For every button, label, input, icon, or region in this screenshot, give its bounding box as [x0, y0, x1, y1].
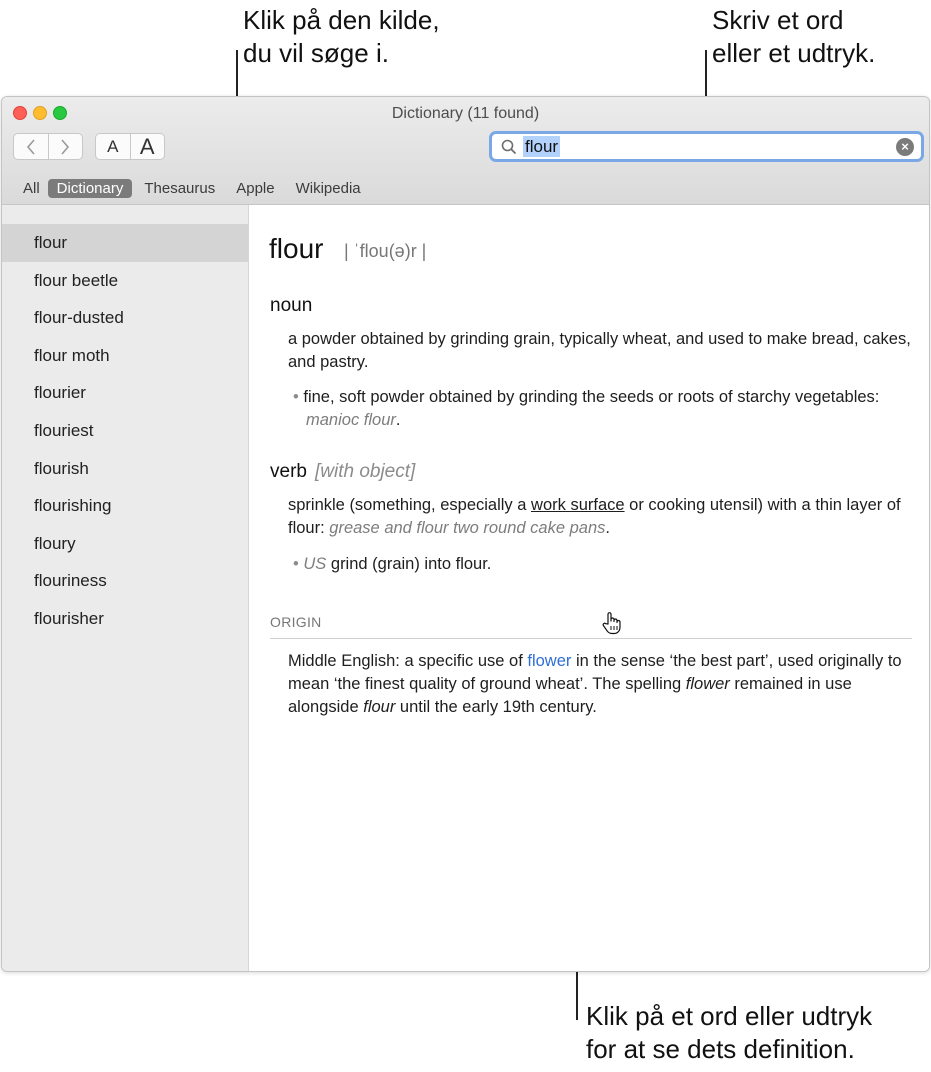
font-size-buttons: A A: [95, 133, 165, 160]
forward-button[interactable]: [47, 134, 83, 159]
callout-source: Klik på den kilde, du vil søge i.: [243, 4, 440, 70]
callout-line: eller et udtryk.: [712, 38, 876, 68]
noun-definition[interactable]: a powder obtained by grinding grain, typ…: [288, 328, 918, 374]
tab-dictionary[interactable]: Dictionary: [47, 178, 133, 198]
noun-subdefinition[interactable]: • fine, soft powder obtained by grinding…: [290, 386, 920, 432]
result-item[interactable]: flourish: [2, 450, 248, 488]
search-input[interactable]: flour: [523, 136, 561, 157]
example: grease and flour two round cake pans: [329, 519, 606, 537]
result-item[interactable]: flourisher: [2, 600, 248, 638]
navigation-buttons: [13, 133, 83, 160]
callout-line: Klik på den kilde,: [243, 5, 440, 35]
headword: flour: [269, 233, 324, 264]
result-item[interactable]: flourishing: [2, 487, 248, 525]
decrease-font-button[interactable]: A: [96, 134, 130, 159]
verb-subdefinition[interactable]: • US grind (grain) into flour.: [290, 553, 920, 576]
callout-line: for at se dets definition.: [586, 1034, 855, 1064]
clear-icon[interactable]: ×: [896, 138, 914, 156]
tab-thesaurus[interactable]: Thesaurus: [135, 179, 224, 198]
result-item[interactable]: floury: [2, 525, 248, 563]
callout-line: Skriv et ord: [712, 5, 844, 35]
region-label: US: [303, 555, 327, 573]
origin-emphasis: flower: [685, 675, 730, 693]
definition-pane: flour | ˈflou(ə)r | noun a powder obtain…: [250, 205, 929, 971]
period: .: [395, 411, 401, 429]
part-of-speech-verb: verb [with object]: [270, 461, 415, 483]
verb-definition[interactable]: sprinkle (something, especially a work s…: [288, 494, 908, 540]
bullet: •: [293, 388, 304, 406]
increase-font-button[interactable]: A: [129, 134, 165, 159]
callout-word: Klik på et ord eller udtryk for at se de…: [586, 1000, 872, 1066]
grammar-note: [with object]: [314, 461, 416, 482]
tab-apple[interactable]: Apple: [227, 179, 283, 198]
bullet: •: [293, 555, 304, 573]
example: manioc flour: [306, 411, 396, 429]
result-item[interactable]: flouriest: [2, 412, 248, 450]
toolbar: Dictionary (11 found) A A flour × All Di…: [2, 97, 929, 205]
origin-text[interactable]: Middle English: a specific use of flower…: [288, 650, 913, 719]
chevron-right-icon: [61, 138, 70, 155]
pos-label: verb: [270, 461, 307, 482]
dictionary-window: Dictionary (11 found) A A flour × All Di…: [1, 96, 930, 972]
pos-label: noun: [270, 295, 313, 316]
pronunciation: | ˈflou(ə)r |: [344, 241, 427, 261]
callout-search: Skriv et ord eller et udtryk.: [712, 4, 875, 70]
result-item[interactable]: flourier: [2, 374, 248, 412]
callout-line: du vil søge i.: [243, 38, 389, 68]
definition-text: grind (grain) into flour.: [330, 555, 492, 573]
part-of-speech-noun: noun: [270, 295, 312, 317]
origin-part: Middle English: a specific use of: [288, 652, 528, 670]
result-item[interactable]: flouriness: [2, 562, 248, 600]
origin-emphasis: flour: [363, 698, 396, 716]
definition-text: fine, soft powder obtained by grinding t…: [303, 388, 880, 406]
origin-part: until the early 19th century.: [395, 698, 597, 716]
search-field[interactable]: flour ×: [489, 131, 924, 162]
result-item[interactable]: flour-dusted: [2, 299, 248, 337]
word-link-work-surface[interactable]: work surface: [531, 496, 625, 514]
tab-wikipedia[interactable]: Wikipedia: [287, 179, 370, 198]
back-button[interactable]: [14, 134, 48, 159]
results-list: flour flour beetle flour-dusted flour mo…: [2, 205, 249, 971]
definition-text: sprinkle (something, especially a: [288, 496, 532, 514]
tab-all[interactable]: All: [14, 179, 45, 198]
origin-heading: ORIGIN: [270, 614, 322, 630]
result-item[interactable]: flour beetle: [2, 262, 248, 300]
result-item[interactable]: flour moth: [2, 337, 248, 375]
pointer-hand-icon: [602, 612, 621, 635]
divider: [270, 638, 912, 639]
word-link-flower[interactable]: flower: [527, 652, 571, 670]
chevron-left-icon: [26, 138, 35, 155]
window-title: Dictionary (11 found): [391, 105, 540, 122]
source-tabs: All Dictionary Thesaurus Apple Wikipedia: [14, 177, 373, 199]
callout-line: Klik på et ord eller udtryk: [586, 1001, 873, 1031]
period: .: [605, 519, 610, 537]
result-item[interactable]: flour: [2, 224, 248, 262]
magnifier-icon: [501, 139, 517, 155]
